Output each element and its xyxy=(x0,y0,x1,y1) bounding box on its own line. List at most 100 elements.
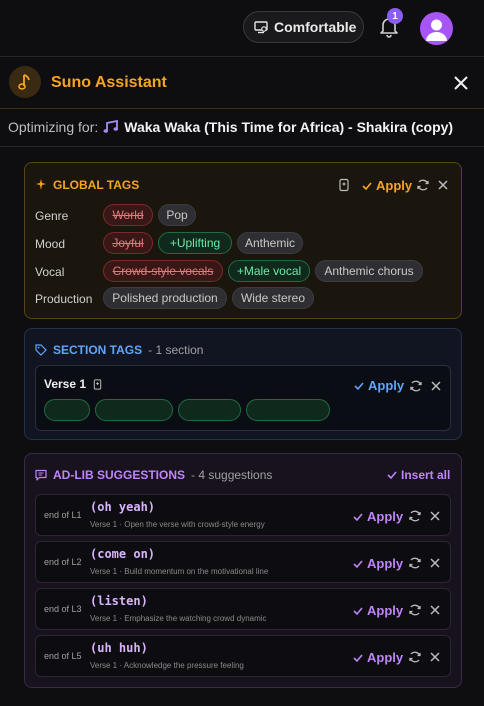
adlib-position: end of L3 xyxy=(44,604,82,614)
song-title: Waka Waka (This Time for Africa) - Shaki… xyxy=(124,119,454,135)
user-icon xyxy=(426,19,447,41)
dismiss-icon[interactable] xyxy=(429,651,441,663)
check-icon xyxy=(353,606,363,615)
adlib-suggestions-card: AD-LIB SUGGESTIONS - 4 suggestions Inser… xyxy=(24,453,462,688)
check-icon xyxy=(387,471,397,480)
top-bar: Comfortable 1 xyxy=(0,0,484,57)
check-icon xyxy=(362,181,372,190)
close-icon[interactable] xyxy=(452,74,470,92)
production-label: Production xyxy=(35,292,93,306)
section-apply-label: Apply xyxy=(368,378,405,393)
section-tags-header: SECTION TAGS - 1 section xyxy=(35,343,203,357)
global-tags-header: GLOBAL TAGS xyxy=(35,178,139,192)
adlib-header: AD-LIB SUGGESTIONS - 4 suggestions xyxy=(35,468,272,482)
global-apply-label: Apply xyxy=(376,178,413,193)
dismiss-icon[interactable] xyxy=(429,510,441,522)
section-tags-card: SECTION TAGS - 1 section Verse 1 Apply xyxy=(24,328,462,440)
adlib-apply-button[interactable]: Apply xyxy=(353,556,403,571)
refresh-icon[interactable] xyxy=(408,509,422,523)
copy-icon[interactable] xyxy=(337,178,351,192)
tag[interactable]: Pop xyxy=(158,204,196,226)
divider xyxy=(0,146,484,147)
adlib-item: end of L2 (come on) Verse 1 · Build mome… xyxy=(35,541,451,583)
adlib-description: Verse 1 · Open the verse with crowd-styl… xyxy=(90,520,265,529)
adlib-title: AD-LIB SUGGESTIONS xyxy=(53,468,186,482)
check-icon xyxy=(353,559,363,568)
adlib-apply-label: Apply xyxy=(367,556,404,571)
adlib-apply-button[interactable]: Apply xyxy=(353,509,403,524)
tag-icon xyxy=(35,344,47,356)
refresh-icon[interactable] xyxy=(408,556,422,570)
dismiss-icon[interactable] xyxy=(429,557,441,569)
tag[interactable]: Anthemic chorus xyxy=(315,260,423,282)
refresh-icon[interactable] xyxy=(408,650,422,664)
removed-tag[interactable]: Joyful xyxy=(103,232,153,254)
tag[interactable]: Anthemic xyxy=(237,232,303,254)
density-label: Comfortable xyxy=(274,19,357,35)
added-tag[interactable]: +Uplifting xyxy=(158,232,232,254)
refresh-icon[interactable] xyxy=(416,178,430,192)
verse-name: Verse 1 xyxy=(44,377,87,391)
adlib-apply-label: Apply xyxy=(367,509,404,524)
adlib-item: end of L5 (uh huh) Verse 1 · Acknowledge… xyxy=(35,635,451,677)
notification-badge: 1 xyxy=(387,8,403,24)
logo xyxy=(9,66,41,98)
adlib-item: end of L1 (oh yeah) Verse 1 · Open the v… xyxy=(35,494,451,536)
dismiss-icon[interactable] xyxy=(437,179,449,191)
added-tag[interactable] xyxy=(178,399,241,421)
removed-tag[interactable]: World xyxy=(103,204,153,226)
adlib-position: end of L5 xyxy=(44,651,82,661)
density-toggle-button[interactable]: Comfortable xyxy=(243,11,364,43)
added-tag[interactable]: +Male vocal xyxy=(228,260,310,282)
music-notes-icon xyxy=(103,120,119,133)
section-count: - 1 section xyxy=(148,343,204,357)
adlib-description: Verse 1 · Build momentum on the motivati… xyxy=(90,567,269,576)
refresh-icon[interactable] xyxy=(409,379,423,393)
adlib-text: (oh yeah) xyxy=(90,500,156,514)
optimizing-label: Optimizing for: xyxy=(8,119,99,135)
verse-title: Verse 1 xyxy=(44,377,103,391)
assistant-header: Suno Assistant xyxy=(0,58,484,109)
adlib-position: end of L1 xyxy=(44,510,82,520)
refresh-icon[interactable] xyxy=(408,603,422,617)
section-tags-title: SECTION TAGS xyxy=(53,343,143,357)
added-tag[interactable] xyxy=(246,399,330,421)
global-apply-button[interactable]: Apply xyxy=(362,178,412,193)
genre-label: Genre xyxy=(35,209,69,223)
tag[interactable]: Polished production xyxy=(103,287,227,309)
adlib-description: Verse 1 · Acknowledge the pressure feeli… xyxy=(90,661,244,670)
added-tag[interactable] xyxy=(44,399,90,421)
adlib-count: - 4 suggestions xyxy=(191,468,273,482)
adlib-description: Verse 1 · Emphasize the watching crowd d… xyxy=(90,614,267,623)
verse-section: Verse 1 Apply xyxy=(35,365,451,431)
global-tags-title: GLOBAL TAGS xyxy=(53,178,140,192)
adlib-apply-label: Apply xyxy=(367,603,404,618)
page-title: Suno Assistant xyxy=(51,74,167,91)
dismiss-icon[interactable] xyxy=(430,380,442,392)
dismiss-icon[interactable] xyxy=(429,604,441,616)
section-apply-button[interactable]: Apply xyxy=(354,378,404,393)
check-icon xyxy=(353,653,363,662)
added-tag[interactable] xyxy=(95,399,173,421)
sparkles-icon xyxy=(36,179,46,190)
insert-all-label: Insert all xyxy=(401,468,451,482)
adlib-text: (come on) xyxy=(90,547,156,561)
avatar[interactable] xyxy=(420,12,453,45)
removed-tag[interactable]: Crowd-style vocals xyxy=(103,260,223,282)
adlib-apply-button[interactable]: Apply xyxy=(353,603,403,618)
music-note-icon xyxy=(18,74,30,90)
mood-label: Mood xyxy=(35,237,66,251)
adlib-text: (uh huh) xyxy=(90,641,148,655)
insert-all-button[interactable]: Insert all xyxy=(387,468,450,482)
copy-icon[interactable] xyxy=(92,378,103,390)
global-tags-card: GLOBAL TAGS Apply Genre World Pop Mood J… xyxy=(24,162,462,319)
vocal-label: Vocal xyxy=(35,265,65,279)
check-icon xyxy=(354,381,364,390)
adlib-apply-label: Apply xyxy=(367,650,404,665)
optimizing-info: Optimizing for: Waka Waka (This Time for… xyxy=(8,119,453,135)
adlib-position: end of L2 xyxy=(44,557,82,567)
display-settings-icon xyxy=(254,21,268,34)
check-icon xyxy=(353,512,363,521)
tag[interactable]: Wide stereo xyxy=(232,287,314,309)
adlib-apply-button[interactable]: Apply xyxy=(353,650,403,665)
